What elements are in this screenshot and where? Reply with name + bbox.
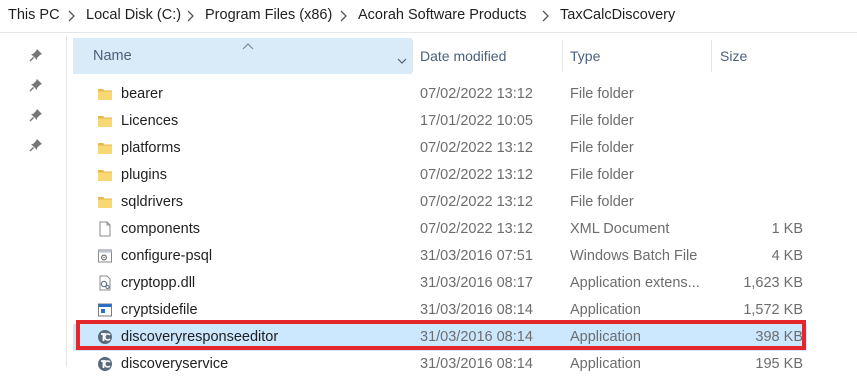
chevron-right-icon[interactable] [340,9,352,23]
file-type: File folder [570,167,634,183]
list-item[interactable]: discoveryservice 31/03/2016 08:14 Applic… [73,351,807,378]
list-item[interactable]: plugins 07/02/2022 13:12 File folder [73,162,807,189]
chevron-right-icon[interactable] [187,9,199,23]
list-item[interactable]: cryptsidefile 31/03/2016 08:14 Applicati… [73,297,807,324]
file-date-modified: 07/02/2022 13:12 [420,140,533,156]
breadcrumb-acorah[interactable]: Acorah Software Products [358,7,526,23]
folder-icon [97,86,113,102]
file-name: discoveryresponseeditor [121,329,279,345]
file-name: configure-psql [121,248,213,264]
file-type: File folder [570,140,634,156]
batch-file-icon [97,248,113,264]
file-size: 1,623 KB [743,275,803,291]
chevron-right-icon[interactable] [542,9,554,23]
file-date-modified: 31/03/2016 08:17 [420,275,533,291]
file-size: 1 KB [771,221,803,237]
file-size: 1,572 KB [743,302,803,318]
file-name: bearer [121,86,163,102]
file-name: platforms [121,140,181,156]
breadcrumb-local-disk[interactable]: Local Disk (C:) [86,7,181,23]
column-divider[interactable] [412,40,413,72]
file-date-modified: 31/03/2016 08:14 [420,356,533,372]
folder-icon [97,140,113,156]
file-date-modified: 07/02/2022 13:12 [420,221,533,237]
file-type: XML Document [570,221,670,237]
column-header-date-modified[interactable]: Date modified [420,38,506,74]
list-item[interactable]: bearer 07/02/2022 13:12 File folder [73,81,807,108]
file-type: Application [570,302,641,318]
column-header-name[interactable]: Name [73,38,412,74]
file-date-modified: 31/03/2016 08:14 [420,329,533,345]
pin-icon[interactable] [29,138,43,152]
list-item[interactable]: Licences 17/01/2022 10:05 File folder [73,108,807,135]
file-date-modified: 31/03/2016 08:14 [420,302,533,318]
file-name: sqldrivers [121,194,184,210]
column-divider[interactable] [711,40,712,72]
list-item[interactable]: cryptopp.dll 31/03/2016 08:17 Applicatio… [73,270,807,297]
file-date-modified: 07/02/2022 13:12 [420,86,533,102]
pin-icon[interactable] [29,48,43,62]
pin-icon[interactable] [29,108,43,122]
file-name: plugins [121,167,167,183]
file-date-modified: 07/02/2022 13:12 [420,167,533,183]
file-name: components [121,221,200,237]
file-name: cryptsidefile [121,302,198,318]
list-item[interactable]: sqldrivers 07/02/2022 13:12 File folder [73,189,807,216]
file-date-modified: 31/03/2016 07:51 [420,248,533,264]
chevron-down-icon[interactable] [397,52,407,64]
application-icon [97,302,113,318]
file-type: Application [570,329,641,345]
column-header-type[interactable]: Type [570,38,600,74]
taxcalc-app-icon [97,356,113,372]
column-header-size[interactable]: Size [720,38,747,74]
file-type: File folder [570,86,634,102]
file-type: File folder [570,113,634,129]
dll-icon [97,275,113,291]
list-item-selected[interactable]: discoveryresponseeditor 31/03/2016 08:14… [73,324,807,351]
file-name: cryptopp.dll [121,275,196,291]
file-size: 4 KB [771,248,803,264]
address-bar-breadcrumb: This PC Local Disk (C:) Program Files (x… [0,0,857,33]
list-item[interactable]: platforms 07/02/2022 13:12 File folder [73,135,807,162]
xml-document-icon [97,221,113,237]
breadcrumb-program-files[interactable]: Program Files (x86) [205,7,332,23]
chevron-right-icon[interactable] [68,9,80,23]
file-type: Application extens... [570,275,700,291]
column-divider[interactable] [562,40,563,72]
sort-ascending-icon [242,38,254,50]
folder-icon [97,113,113,129]
navigation-pane-divider[interactable] [66,36,67,367]
file-size: 398 KB [755,329,803,345]
file-type: Windows Batch File [570,248,698,264]
folder-icon [97,167,113,183]
file-date-modified: 07/02/2022 13:12 [420,194,533,210]
file-type: File folder [570,194,634,210]
folder-icon [97,194,113,210]
taxcalc-app-icon [97,329,113,345]
list-item[interactable]: configure-psql 31/03/2016 07:51 Windows … [73,243,807,270]
list-item[interactable]: components 07/02/2022 13:12 XML Document… [73,216,807,243]
breadcrumb-this-pc[interactable]: This PC [8,7,60,23]
file-date-modified: 17/01/2022 10:05 [420,113,533,129]
file-name: discoveryservice [121,356,229,372]
file-size: 195 KB [755,356,803,372]
file-type: Application [570,356,641,372]
breadcrumb-taxcalcdiscovery[interactable]: TaxCalcDiscovery [560,7,675,23]
column-header-name-label: Name [93,48,132,64]
pin-icon[interactable] [29,78,43,92]
file-name: Licences [121,113,179,129]
